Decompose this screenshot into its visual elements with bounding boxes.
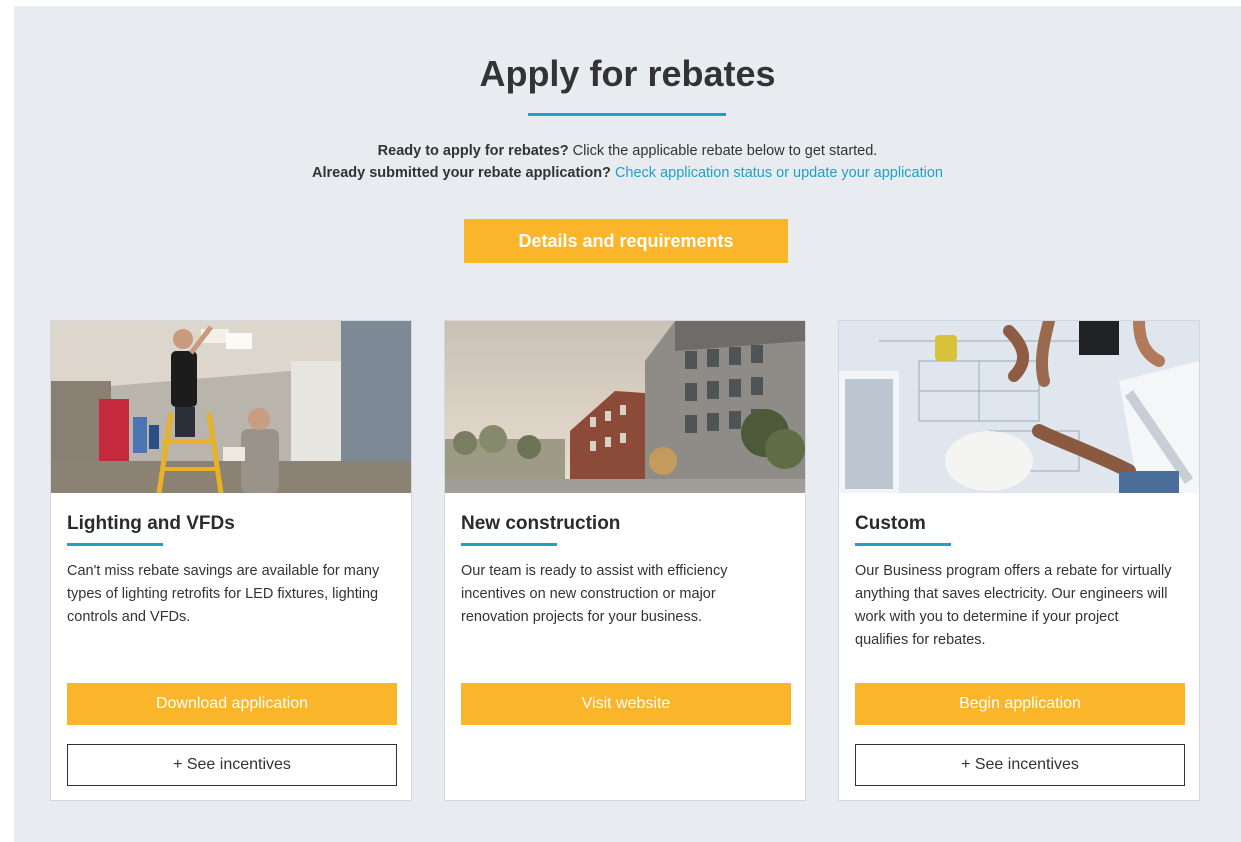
card-title-underline — [461, 543, 557, 546]
card-description: Can't miss rebate savings are available … — [67, 563, 380, 625]
see-incentives-button[interactable]: + See incentives — [855, 744, 1185, 786]
card-title: New construction — [461, 513, 621, 534]
card-custom: Custom Our Business program offers a reb… — [838, 320, 1200, 801]
rebates-panel: Apply for rebates Ready to apply for reb… — [14, 6, 1241, 842]
card-title-underline — [855, 543, 951, 546]
card-new-construction: New construction Our team is ready to as… — [444, 320, 806, 801]
blueprint-photo — [839, 321, 1199, 493]
intro-line-1: Ready to apply for rebates? Click the ap… — [14, 140, 1241, 162]
card-title: Lighting and VFDs — [67, 513, 235, 534]
card-description: Our Business program offers a rebate for… — [855, 563, 1172, 648]
details-and-requirements-button[interactable]: Details and requirements — [464, 219, 788, 263]
intro-line-2: Already submitted your rebate applicatio… — [14, 162, 1241, 184]
intro-line-1-text: Click the applicable rebate below to get… — [568, 143, 878, 159]
visit-website-button[interactable]: Visit website — [461, 683, 791, 725]
intro-text: Ready to apply for rebates? Click the ap… — [14, 140, 1241, 184]
intro-line-1-bold: Ready to apply for rebates? — [377, 143, 569, 159]
download-application-button[interactable]: Download application — [67, 683, 397, 725]
construction-photo — [445, 321, 805, 493]
intro-line-2-bold: Already submitted your rebate applicatio… — [311, 165, 611, 181]
lighting-photo — [51, 321, 411, 493]
card-description: Our team is ready to assist with efficie… — [461, 563, 728, 625]
check-status-link[interactable]: Check application status or update your … — [615, 165, 943, 181]
card-title-underline — [67, 543, 163, 546]
card-lighting: Lighting and VFDs Can't miss rebate savi… — [50, 320, 412, 801]
begin-application-button[interactable]: Begin application — [855, 683, 1185, 725]
card-title: Custom — [855, 513, 926, 534]
title-underline — [528, 113, 726, 116]
page-title: Apply for rebates — [479, 53, 776, 94]
see-incentives-button[interactable]: + See incentives — [67, 744, 397, 786]
